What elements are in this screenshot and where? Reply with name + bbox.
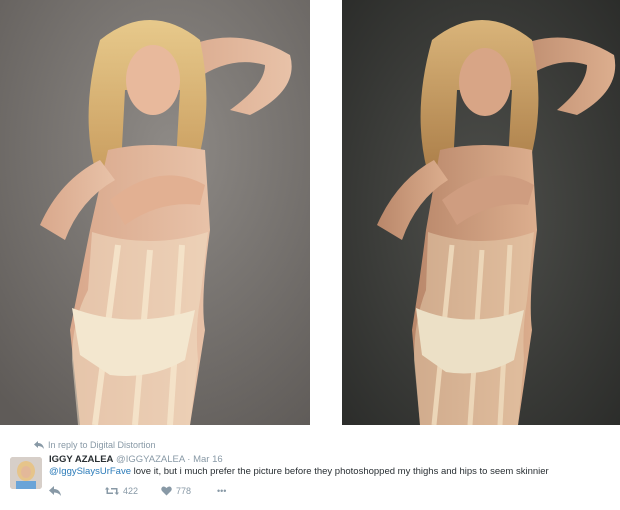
author-handle[interactable]: @IGGYAZALEA xyxy=(116,454,185,465)
tweet: In reply to Digital Distortion IGGY AZAL… xyxy=(0,428,620,510)
edited-photo xyxy=(342,0,620,425)
reply-context[interactable]: In reply to Digital Distortion xyxy=(34,440,156,450)
separator: · xyxy=(187,454,191,465)
avatar[interactable] xyxy=(10,457,42,489)
retweet-icon xyxy=(105,487,119,495)
like-button[interactable]: 778 xyxy=(161,486,191,496)
tweet-actions: 422 778 ••• xyxy=(49,486,289,500)
mention-link[interactable]: @IggySlaysUrFave xyxy=(49,466,131,477)
reply-button[interactable] xyxy=(49,486,61,496)
more-icon: ••• xyxy=(217,486,227,496)
author-name[interactable]: IGGY AZALEA xyxy=(49,454,113,465)
tweet-body: love it, but i much prefer the picture b… xyxy=(130,466,549,477)
tweet-text: @IggySlaysUrFave love it, but i much pre… xyxy=(49,466,549,477)
retweet-button[interactable]: 422 xyxy=(105,486,138,496)
reply-icon xyxy=(49,486,61,496)
like-count: 778 xyxy=(176,486,192,496)
retweet-count: 422 xyxy=(123,486,139,496)
tweet-date[interactable]: Mar 16 xyxy=(193,454,223,465)
like-icon xyxy=(161,486,172,496)
comparison-photos xyxy=(0,0,620,428)
reply-context-text: In reply to Digital Distortion xyxy=(48,440,156,450)
more-button[interactable]: ••• xyxy=(217,486,226,496)
tweet-header: IGGY AZALEA @IGGYAZALEA · Mar 16 xyxy=(49,454,223,465)
original-photo xyxy=(0,0,310,425)
reply-icon xyxy=(34,441,44,449)
